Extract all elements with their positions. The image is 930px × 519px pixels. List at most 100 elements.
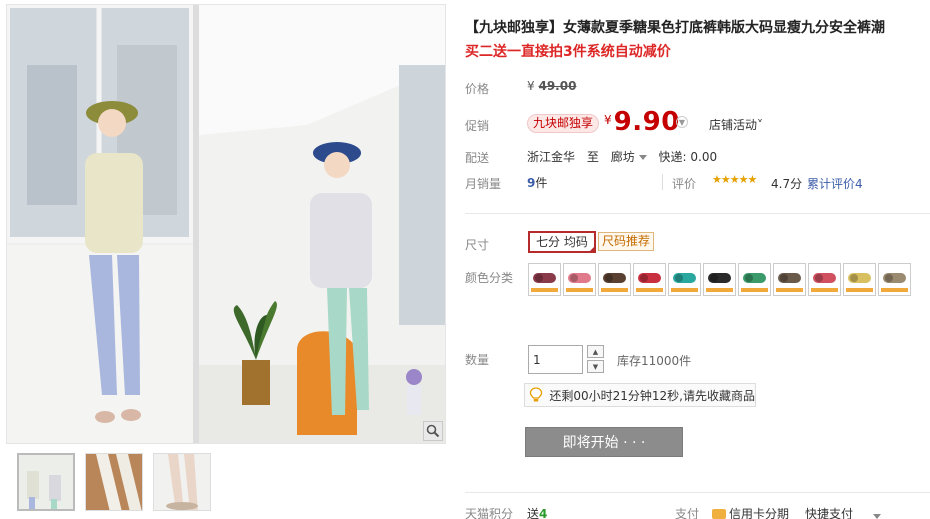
caret-down-icon[interactable] [638, 155, 647, 160]
swatch-fabric [778, 273, 801, 283]
color-swatch[interactable] [633, 263, 666, 296]
thumbnail-strip [17, 453, 211, 511]
store-activity-dropdown[interactable]: 店铺活动˅ [709, 116, 763, 133]
chevron-up-icon: ▲ [592, 347, 599, 356]
swatch-band [811, 288, 838, 292]
monthly-sales: 9件 [527, 174, 547, 191]
swatch-band [531, 288, 558, 292]
swatch-band [636, 288, 663, 292]
ship-from: 浙江金华 [527, 150, 576, 164]
points-prefix: 送 [527, 507, 540, 519]
store-activity-label: 店铺活动 [709, 118, 758, 132]
thumbnail[interactable] [153, 453, 211, 511]
points-number: 4 [539, 507, 548, 519]
color-swatch[interactable] [738, 263, 771, 296]
product-detail-panel: 【九块邮独享】女薄款夏季糖果色打底裤韩版大码显瘦九分安全裤潮 买二送一直接拍3件… [465, 0, 930, 519]
credit-card-icon [712, 509, 726, 519]
swatch-fabric [603, 273, 626, 283]
product-photo [7, 5, 445, 443]
color-swatch[interactable] [878, 263, 911, 296]
price-label: 价格 [465, 82, 490, 96]
swatch-fabric [708, 273, 731, 283]
ship-to-word: 至 [586, 150, 599, 164]
swatch-fabric [848, 273, 871, 283]
size-option-selected[interactable]: 七分 均码 [528, 231, 596, 253]
quick-pay[interactable]: 快捷支付 [805, 505, 853, 519]
swatch-band [881, 288, 908, 292]
total-reviews-link[interactable]: 累计评价4 [807, 175, 863, 192]
quantity-label: 数量 [465, 353, 490, 367]
selected-check-icon [587, 245, 596, 253]
size-label: 尺寸 [465, 238, 490, 252]
swatch-fabric [813, 273, 836, 283]
ship-to-location[interactable]: 廊坊 [611, 150, 635, 164]
chevron-down-icon[interactable]: ▼ [676, 116, 688, 128]
rating-score: 4.7分 [771, 177, 803, 191]
monthly-sales-label: 月销量 [465, 177, 502, 191]
main-product-image[interactable] [6, 4, 446, 444]
shipping-label: 配送 [465, 151, 490, 165]
coming-soon-button[interactable]: 即将开始 · · · [525, 427, 683, 457]
swatch-fabric [883, 273, 906, 283]
product-subtitle: 买二送一直接拍3件系统自动减价 [465, 44, 671, 60]
swatch-band [741, 288, 768, 292]
color-swatch[interactable] [668, 263, 701, 296]
magnifier-icon[interactable] [423, 421, 443, 441]
original-price: ¥ 49.00 [527, 79, 576, 93]
product-title: 【九块邮独享】女薄款夏季糖果色打底裤韩版大码显瘦九分安全裤潮 [465, 20, 885, 36]
swatch-fabric [568, 273, 591, 283]
color-swatch[interactable] [703, 263, 736, 296]
divider [465, 213, 930, 214]
divider [662, 174, 663, 190]
size-recommend-button[interactable]: 尺码推荐 [598, 232, 655, 251]
color-swatch[interactable] [528, 263, 561, 296]
star-rating-icon: ★★★★★ [712, 173, 757, 186]
stock-count: 库存11000件 [617, 354, 692, 368]
quantity-decrease-button[interactable]: ▼ [587, 360, 604, 373]
currency-symbol: ¥ [604, 113, 612, 127]
promo-tag: 九块邮独享 [527, 114, 600, 133]
promo-price: ¥9.90 [604, 107, 680, 137]
countdown-reminder: 还剩00小时21分钟12秒,请先收藏商品 [524, 383, 756, 407]
bulb-icon [529, 386, 543, 404]
shipping-info: 浙江金华 至 廊坊 快递: 0.00 [527, 148, 725, 165]
quantity-increase-button[interactable]: ▲ [587, 345, 604, 358]
chevron-down-icon: ˅ [757, 118, 764, 132]
color-swatch[interactable] [598, 263, 631, 296]
swatch-band [706, 288, 733, 292]
rating-label: 评价 [672, 177, 697, 191]
swatch-band [846, 288, 873, 292]
points-label: 天猫积分 [465, 507, 514, 519]
swatch-fabric [673, 273, 696, 283]
caret-down-icon[interactable] [873, 509, 881, 519]
countdown-text: 还剩00小时21分钟12秒,请先收藏商品 [549, 388, 755, 403]
promo-price-value: 9.90 [613, 107, 680, 137]
color-swatch[interactable] [563, 263, 596, 296]
monthly-sales-unit: 件 [535, 176, 548, 190]
swatch-band [601, 288, 628, 292]
original-price-value: 49.00 [538, 79, 577, 93]
color-swatch[interactable] [773, 263, 806, 296]
shipping-fee: 快递: 0.00 [658, 150, 718, 164]
swatch-band [776, 288, 803, 292]
swatch-fabric [533, 273, 556, 283]
swatch-fabric [638, 273, 661, 283]
chevron-down-icon: ▼ [592, 362, 599, 371]
color-label: 颜色分类 [465, 271, 514, 285]
currency-symbol: ¥ [527, 79, 535, 93]
color-swatch-grid [528, 263, 918, 296]
swatch-band [671, 288, 698, 292]
credit-card-label: 信用卡分期 [729, 507, 790, 519]
points-value: 送4 [527, 505, 547, 519]
color-swatch[interactable] [808, 263, 841, 296]
size-option-label: 七分 均码 [536, 235, 588, 249]
thumbnail[interactable] [17, 453, 75, 511]
divider [465, 492, 930, 493]
quantity-input[interactable] [528, 345, 583, 374]
color-swatch[interactable] [843, 263, 876, 296]
pay-label: 支付 [675, 507, 700, 519]
credit-card-installment[interactable]: 信用卡分期 [712, 505, 789, 519]
thumbnail[interactable] [85, 453, 143, 511]
promo-label: 促销 [465, 119, 490, 133]
swatch-band [566, 288, 593, 292]
